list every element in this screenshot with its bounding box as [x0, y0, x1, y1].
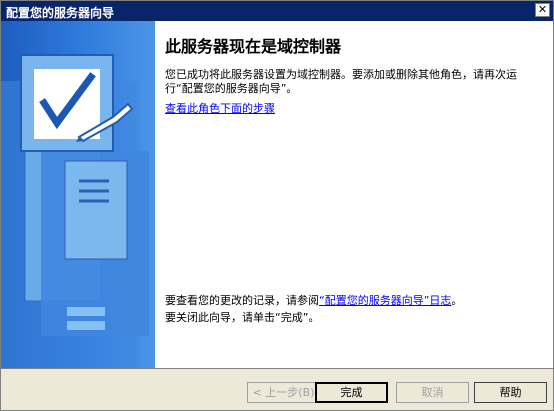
close-icon: ✕	[537, 3, 548, 16]
steps-link[interactable]: 查看此角色下面的步骤	[165, 100, 275, 116]
cancel-button[interactable]: 取消	[396, 382, 469, 403]
server-checkmark-icon	[1, 54, 149, 368]
back-button[interactable]: < 上一步(B)	[247, 382, 320, 403]
help-button[interactable]: 帮助	[474, 382, 547, 403]
window-title: 配置您的服务器向导	[6, 6, 115, 20]
title-bar: 配置您的服务器向导 ✕	[1, 1, 553, 21]
footer-buttons: < 上一步(B) 完成 取消 帮助	[1, 368, 553, 410]
finish-button[interactable]: 完成	[315, 382, 388, 403]
log-prefix: 要查看您的更改的记录，请参阅	[165, 294, 319, 307]
log-suffix: 。	[451, 294, 463, 307]
log-link[interactable]: “配置您的服务器向导”日志	[319, 294, 451, 307]
description-text: 您已成功将此服务器设置为域控制器。要添加或删除其他角色，请再次运行“配置您的服务…	[165, 68, 517, 95]
page-title: 此服务器现在是域控制器	[165, 37, 342, 56]
close-instruction: 要关闭此向导，请单击“完成”。	[165, 311, 320, 324]
log-line: 要查看您的更改的记录，请参阅“配置您的服务器向导”日志。	[165, 292, 462, 308]
wizard-window: 配置您的服务器向导 ✕ 此服务器现在是域控制器 您已成功将此服务器设置为域控制器…	[0, 0, 554, 411]
wizard-side-panel	[1, 21, 155, 368]
close-button[interactable]: ✕	[535, 3, 550, 17]
content-area: 此服务器现在是域控制器 您已成功将此服务器设置为域控制器。要添加或删除其他角色，…	[155, 21, 553, 368]
